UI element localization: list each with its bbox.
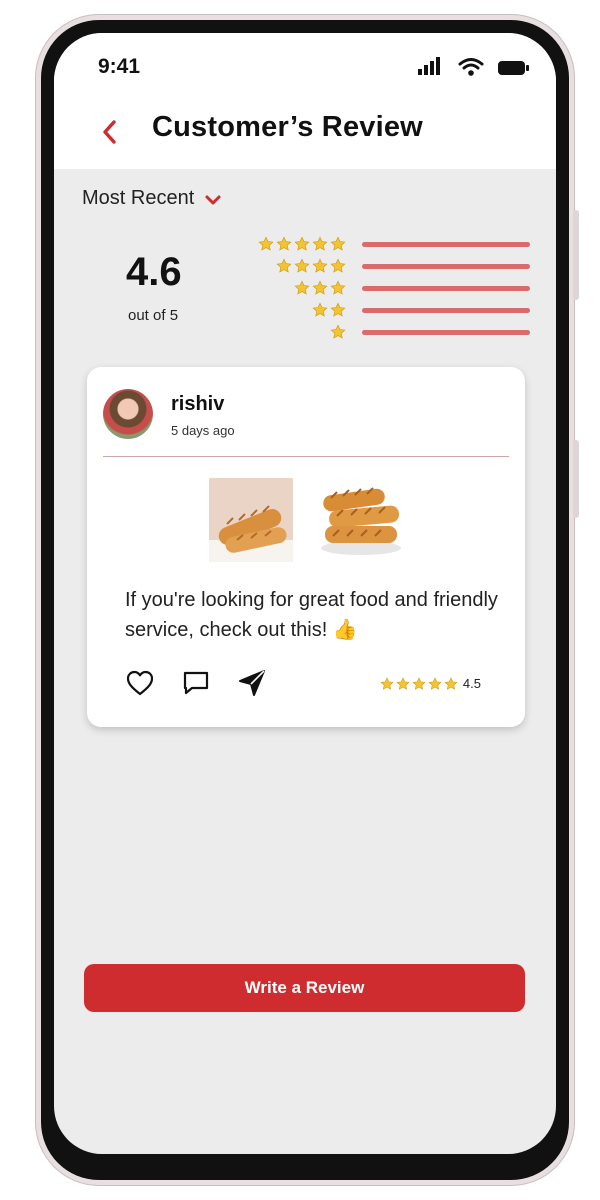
star-icon bbox=[258, 236, 274, 251]
wifi-icon bbox=[458, 58, 484, 76]
chevron-down-icon bbox=[205, 195, 221, 204]
star-icon bbox=[312, 302, 328, 317]
star-icon bbox=[294, 258, 310, 273]
phone-side-button bbox=[573, 440, 579, 518]
phone-side-button bbox=[573, 210, 579, 300]
star-icon bbox=[312, 236, 328, 251]
star-icon bbox=[330, 236, 346, 251]
star-icon bbox=[380, 676, 394, 690]
status-icons bbox=[418, 57, 529, 77]
row-stars bbox=[294, 280, 346, 296]
rating-bar bbox=[362, 308, 530, 313]
review-actions bbox=[125, 668, 267, 698]
status-time: 9:41 bbox=[98, 55, 141, 78]
rating-bar bbox=[362, 264, 530, 269]
rating-bar-fill bbox=[362, 308, 530, 313]
heart-icon[interactable] bbox=[125, 668, 155, 698]
comment-icon[interactable] bbox=[181, 668, 211, 698]
rating-bar bbox=[362, 330, 530, 335]
review-text: If you're looking for great food and fri… bbox=[125, 589, 498, 641]
review-rating: 4.5 bbox=[380, 676, 481, 691]
row-stars bbox=[330, 324, 346, 340]
star-icon bbox=[276, 258, 292, 273]
breakdown-row bbox=[246, 300, 536, 322]
chevron-left-icon bbox=[103, 120, 116, 144]
send-icon[interactable] bbox=[237, 668, 267, 698]
star-icon bbox=[396, 676, 410, 690]
back-button[interactable] bbox=[100, 118, 120, 146]
rating-scale: out of 5 bbox=[128, 307, 179, 324]
battery-icon bbox=[498, 61, 529, 75]
star-icon bbox=[444, 676, 458, 690]
food-photo-icon bbox=[319, 478, 403, 562]
review-card: rishiv 5 days ago If you're looking for … bbox=[87, 367, 525, 727]
breakdown-row bbox=[246, 278, 536, 300]
page-title: Customer’s Review bbox=[152, 111, 423, 143]
row-stars bbox=[312, 302, 346, 318]
star-icon bbox=[428, 676, 442, 690]
review-timestamp: 5 days ago bbox=[171, 423, 235, 438]
review-photo[interactable] bbox=[319, 478, 403, 562]
star-icon bbox=[330, 280, 346, 295]
star-icon bbox=[412, 676, 426, 690]
sort-label: Most Recent bbox=[82, 187, 195, 209]
top-bar bbox=[54, 33, 556, 169]
rating-bar-fill bbox=[362, 330, 530, 335]
reviewer-name[interactable]: rishiv bbox=[171, 393, 224, 416]
breakdown-row bbox=[246, 256, 536, 278]
review-photo[interactable] bbox=[209, 478, 293, 562]
rating-breakdown bbox=[246, 234, 536, 344]
screen: 9:41 Customer’s Review Most Recent 4.6 o… bbox=[54, 33, 556, 1154]
sort-dropdown[interactable]: Most Recent bbox=[82, 187, 222, 210]
star-icon bbox=[276, 236, 292, 251]
breakdown-row bbox=[246, 234, 536, 256]
rating-bar-fill bbox=[362, 242, 530, 247]
star-icon bbox=[330, 324, 346, 339]
rating-bar bbox=[362, 286, 530, 291]
star-icon bbox=[294, 280, 310, 295]
rating-bar-fill bbox=[362, 264, 530, 269]
star-icon bbox=[294, 236, 310, 251]
rating-bar bbox=[362, 242, 530, 247]
star-icon bbox=[312, 258, 328, 273]
food-photo-icon bbox=[209, 478, 293, 562]
signal-icon bbox=[418, 57, 440, 75]
review-rating-value: 4.5 bbox=[462, 676, 481, 691]
row-stars bbox=[276, 258, 346, 274]
star-icon bbox=[312, 280, 328, 295]
avatar[interactable] bbox=[103, 389, 153, 439]
average-rating: 4.6 bbox=[126, 250, 182, 294]
star-icon bbox=[330, 258, 346, 273]
rating-bar-fill bbox=[362, 286, 530, 291]
divider bbox=[103, 456, 509, 457]
write-review-button[interactable]: Write a Review bbox=[84, 964, 525, 1012]
row-stars bbox=[258, 236, 346, 252]
star-icon bbox=[330, 302, 346, 317]
breakdown-row bbox=[246, 322, 536, 344]
